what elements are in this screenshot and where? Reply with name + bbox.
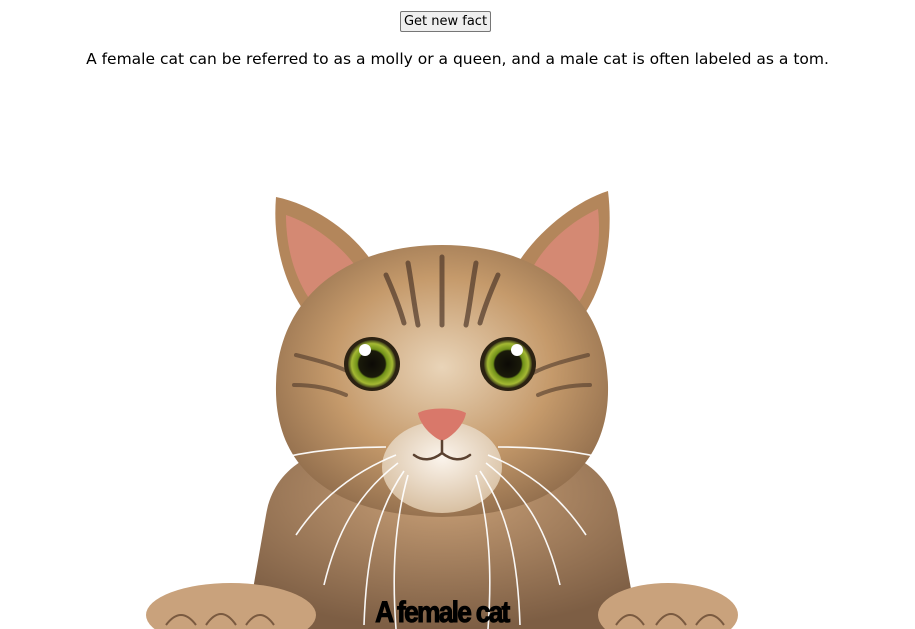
page: Get new fact A female cat can be referre… [0, 0, 915, 629]
cat-fact-text: A female cat can be referred to as a mol… [86, 50, 829, 68]
cat-illustration [146, 191, 738, 629]
cat-image: A female cat [146, 185, 738, 629]
get-new-fact-button[interactable]: Get new fact [400, 11, 491, 32]
right-eye [480, 337, 536, 391]
left-eye [344, 337, 400, 391]
image-caption: A female cat [375, 596, 511, 629]
